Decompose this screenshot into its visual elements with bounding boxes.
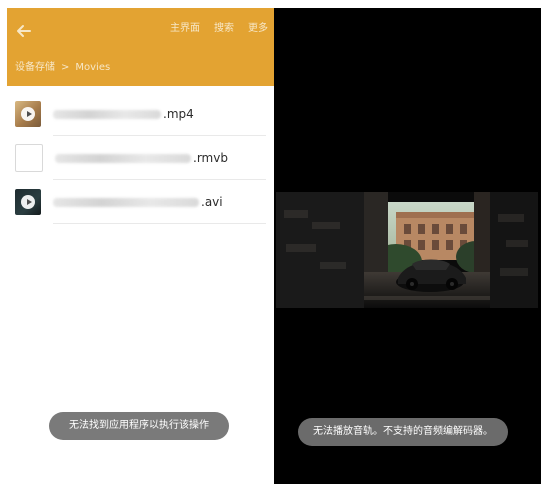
video-still-image: [276, 192, 538, 308]
file-row[interactable]: .avi: [7, 180, 274, 224]
video-frame: [276, 192, 538, 308]
screenshot-canvas: 主界面 搜索 更多 设备存储 > Movies .mp4 .rmvb .avi …: [0, 0, 541, 486]
blurred-file-name: [55, 153, 191, 163]
file-extension: .rmvb: [193, 151, 228, 165]
back-button[interactable]: [13, 20, 35, 42]
breadcrumb-root[interactable]: 设备存储: [15, 62, 55, 74]
breadcrumb-separator: >: [61, 62, 70, 73]
file-name: .avi: [53, 195, 223, 209]
search-button[interactable]: 搜索: [214, 22, 234, 36]
video-player-panel: 无法播放音轨。不支持的音频编解码器。: [274, 8, 541, 484]
file-browser-panel: 主界面 搜索 更多 设备存储 > Movies .mp4 .rmvb .avi …: [7, 8, 274, 484]
more-button[interactable]: 更多: [248, 22, 268, 36]
app-bar: 主界面 搜索 更多 设备存储 > Movies: [7, 8, 274, 86]
blurred-file-name: [53, 109, 161, 119]
arrow-left-icon: [17, 25, 31, 37]
blurred-file-name: [53, 197, 199, 207]
file-list: .mp4 .rmvb .avi: [7, 92, 274, 224]
breadcrumb: 设备存储 > Movies: [15, 62, 110, 74]
error-toast: 无法找到应用程序以执行该操作: [49, 412, 229, 440]
blank-file-thumbnail: [15, 144, 43, 172]
file-row[interactable]: .mp4: [7, 92, 274, 136]
file-row[interactable]: .rmvb: [7, 136, 274, 180]
home-button[interactable]: 主界面: [170, 22, 200, 36]
error-toast: 无法播放音轨。不支持的音频编解码器。: [298, 418, 508, 446]
play-icon: [21, 195, 35, 209]
file-name: .mp4: [53, 107, 194, 121]
file-extension: .avi: [201, 195, 223, 209]
play-icon: [21, 107, 35, 121]
file-name: .rmvb: [55, 151, 228, 165]
video-thumbnail: [15, 101, 41, 127]
breadcrumb-current[interactable]: Movies: [75, 62, 110, 74]
video-thumbnail: [15, 189, 41, 215]
app-bar-actions: 主界面 搜索 更多: [170, 22, 268, 36]
file-extension: .mp4: [163, 107, 194, 121]
